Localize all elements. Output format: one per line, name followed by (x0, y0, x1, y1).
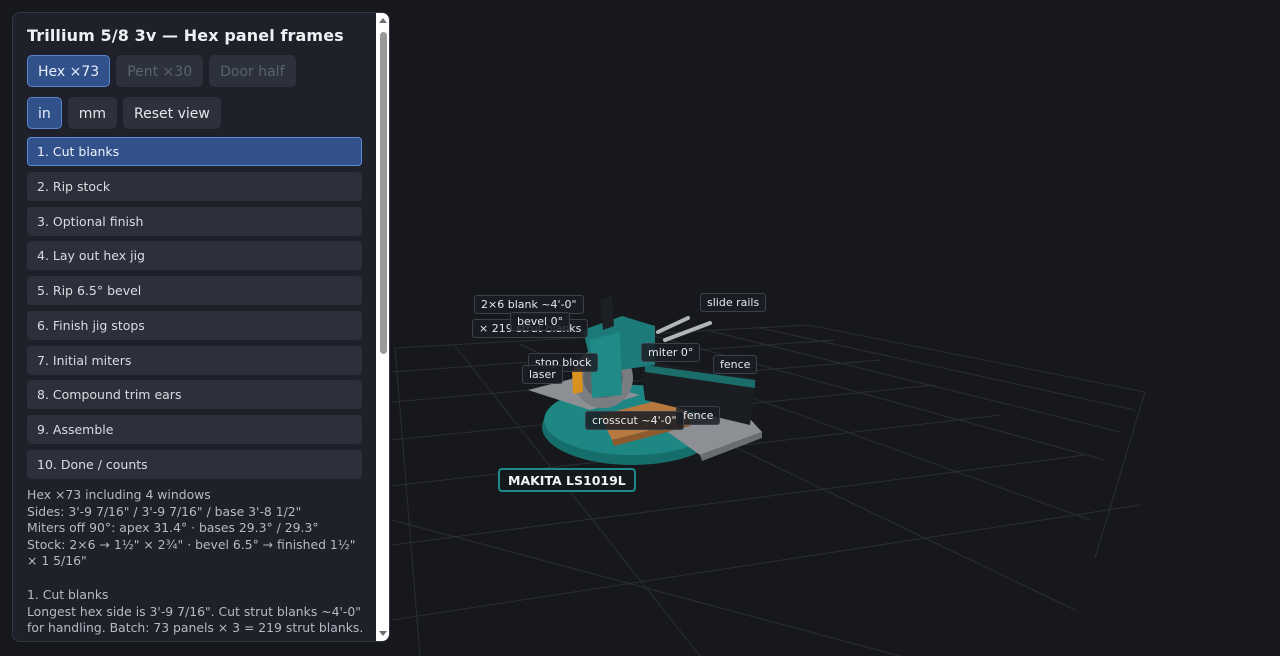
label-bevel: bevel 0° (510, 312, 571, 331)
tab-pent[interactable]: Pent ×30 (116, 55, 204, 87)
label-miter: miter 0° (641, 343, 701, 362)
panel-content: Trillium 5/8 3v — Hex panel frames Hex ×… (13, 13, 376, 641)
step-item[interactable]: 5. Rip 6.5° bevel (27, 276, 362, 305)
info-step-title: 1. Cut blanks (27, 586, 109, 602)
label-crosscut: crosscut ~4'-0" (585, 411, 684, 430)
reset-view-button[interactable]: Reset view (123, 97, 221, 129)
units-toolbar: in mm Reset view (27, 97, 221, 129)
panel-title: Trillium 5/8 3v — Hex panel frames (27, 26, 344, 45)
step-list: 1. Cut blanks 2. Rip stock 3. Optional f… (27, 137, 362, 485)
label-fence-right: fence (713, 355, 758, 374)
step-item[interactable]: 2. Rip stock (27, 171, 362, 201)
step-item[interactable]: 3. Optional finish (27, 206, 362, 236)
info-sides: Sides: 3'-9 7/16" / 3'-9 7/16" / base 3'… (27, 503, 302, 519)
unit-mm-button[interactable]: mm (67, 97, 118, 129)
label-slide-rails: slide rails (700, 293, 767, 312)
scroll-up-icon[interactable] (379, 18, 387, 23)
step-item[interactable]: 10. Done / counts (27, 449, 362, 479)
step-item[interactable]: 4. Lay out hex jig (27, 241, 362, 271)
step-item[interactable]: 8. Compound trim ears (27, 380, 362, 410)
unit-in-button[interactable]: in (27, 97, 62, 129)
step-info: Hex ×73 including 4 windows Sides: 3'-9 … (27, 487, 365, 637)
step-item[interactable]: 7. Initial miters (27, 345, 362, 375)
tab-hex[interactable]: Hex ×73 (27, 55, 111, 87)
scroll-down-icon[interactable] (379, 631, 387, 636)
panel-scrollbar[interactable] (376, 13, 389, 641)
step-item[interactable]: 1. Cut blanks (27, 137, 362, 166)
instructions-panel: Trillium 5/8 3v — Hex panel frames Hex ×… (12, 12, 390, 642)
step-item[interactable]: 6. Finish jig stops (27, 310, 362, 340)
tab-door-half[interactable]: Door half (209, 55, 296, 87)
scrollbar-thumb[interactable] (380, 32, 387, 354)
saw-model-label: MAKITA LS1019L (498, 468, 636, 492)
panel-type-tabs: Hex ×73 Pent ×30 Door half (27, 55, 296, 87)
label-laser: laser (522, 365, 563, 384)
step-item[interactable]: 9. Assemble (27, 415, 362, 444)
info-stock: Stock: 2×6 → 1½" × 2¾" · bevel 6.5° → fi… (27, 536, 356, 569)
info-miters: Miters off 90°: apex 31.4° · bases 29.3°… (27, 520, 319, 536)
info-summary: Hex ×73 including 4 windows (27, 487, 211, 502)
info-step-text: Longest hex side is 3'-9 7/16". Cut stru… (27, 603, 364, 636)
